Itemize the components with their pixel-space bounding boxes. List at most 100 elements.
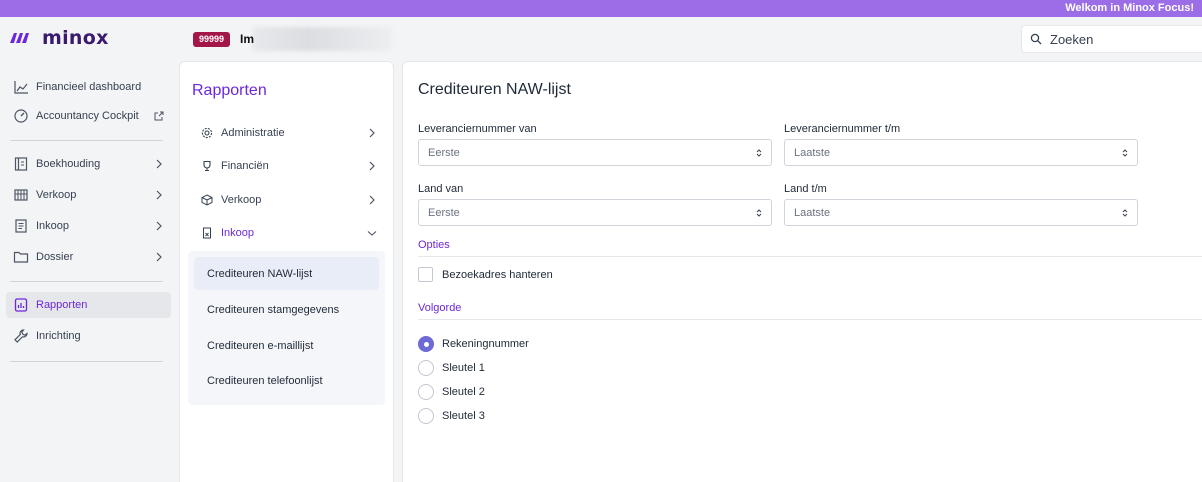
nav-label: Dossier [36, 251, 74, 263]
category-financien[interactable]: Financiën [192, 153, 382, 179]
nav-item-rapporten[interactable]: Rapporten [6, 292, 171, 318]
chevron-right-icon [366, 194, 378, 206]
nav-label: Financieel dashboard [36, 81, 142, 93]
radio-label: Rekeningnummer [442, 338, 529, 350]
section-divider [418, 256, 1202, 257]
checkbox-bezoekadres-hanteren[interactable]: Bezoekadres hanteren [418, 267, 553, 282]
section-divider [418, 319, 1202, 320]
welcome-banner: Welkom in Minox Focus! [0, 0, 1202, 17]
chevron-right-icon [366, 127, 378, 139]
category-label: Administratie [221, 127, 285, 139]
nav-label: Boekhouding [36, 158, 101, 170]
section-title-volgorde: Volgorde [418, 302, 462, 314]
radio-rekeningnummer[interactable]: Rekeningnummer [418, 336, 529, 352]
gear-icon [200, 126, 214, 140]
reports-panel: Rapporten Administratie Financiën Verkoo… [179, 61, 394, 482]
doc-icon [200, 226, 214, 240]
ledger-icon [12, 155, 30, 173]
report-crediteuren-naw-lijst[interactable]: Crediteuren NAW-lijst [194, 257, 379, 290]
select-value: Eerste [428, 146, 460, 159]
section-title-opties: Opties [418, 239, 450, 251]
nav-divider [10, 361, 163, 362]
chevron-right-icon [153, 189, 165, 201]
select-leveranciernummer-van[interactable]: Eerste [418, 139, 772, 166]
nav-label: Inkoop [36, 220, 70, 232]
search-icon [1030, 33, 1042, 45]
folder-icon [12, 248, 30, 266]
radio-button[interactable] [418, 360, 434, 376]
trophy-icon [200, 159, 214, 173]
administration-name-blurred [252, 27, 392, 51]
select-value: Laatste [794, 146, 831, 159]
report-icon [12, 296, 30, 314]
register-icon [12, 186, 30, 204]
radio-label: Sleutel 2 [442, 386, 485, 398]
radio-label: Sleutel 1 [442, 362, 485, 374]
sort-arrows-icon [756, 209, 762, 217]
gauge-icon [12, 107, 30, 125]
nav-item-inrichting[interactable]: Inrichting [6, 323, 171, 349]
sort-arrows-icon [1122, 149, 1128, 157]
report-crediteuren-stamgegevens[interactable]: Crediteuren stamgegevens [194, 293, 379, 326]
category-administratie[interactable]: Administratie [192, 120, 382, 146]
chevron-down-icon [366, 227, 378, 239]
nav-label: Inrichting [36, 330, 81, 342]
nav-item-accountancy-cockpit[interactable]: Accountancy Cockpit [6, 103, 171, 129]
select-value: Laatste [794, 206, 831, 219]
sort-arrows-icon [756, 149, 762, 157]
search-label: Zoeken [1050, 31, 1094, 47]
report-title: Crediteuren NAW-lijst [418, 81, 571, 98]
chart-icon [12, 78, 30, 96]
report-crediteuren-telefoonlijst[interactable]: Crediteuren telefoonlijst [194, 364, 379, 397]
category-label: Verkoop [221, 194, 262, 206]
report-crediteuren-e-maillijst[interactable]: Crediteuren e-maillijst [194, 329, 379, 362]
nav-label: Rapporten [36, 299, 88, 311]
nav-item-financieel-dashboard[interactable]: Financieel dashboard [6, 74, 171, 100]
select-land-van[interactable]: Eerste [418, 199, 772, 226]
administration-badge[interactable]: 99999 [193, 32, 231, 47]
search-box[interactable]: Zoeken [1021, 25, 1202, 53]
minox-logo-mark-icon [10, 33, 29, 43]
chevron-right-icon [366, 160, 378, 172]
welcome-text: Welkom in Minox Focus! [1065, 2, 1194, 14]
checkbox-label: Bezoekadres hanteren [442, 268, 553, 281]
nav-item-inkoop[interactable]: Inkoop [6, 213, 171, 239]
radio-sleutel-3[interactable]: Sleutel 3 [418, 408, 485, 424]
nav-item-verkoop[interactable]: Verkoop [6, 182, 171, 208]
category-verkoop[interactable]: Verkoop [192, 187, 382, 213]
radio-sleutel-1[interactable]: Sleutel 1 [418, 360, 485, 376]
category-label: Inkoop [221, 227, 255, 239]
select-leveranciernummer-tm[interactable]: Laatste [784, 139, 1138, 166]
nav-item-boekhouding[interactable]: Boekhouding [6, 151, 171, 177]
category-label: Financiën [221, 160, 269, 172]
chevron-right-icon [153, 220, 165, 232]
radio-button[interactable] [418, 384, 434, 400]
administration-name[interactable]: Im [240, 32, 254, 46]
checkbox-box[interactable] [418, 267, 433, 282]
select-value: Eerste [428, 206, 460, 219]
select-land-tm[interactable]: Laatste [784, 199, 1138, 226]
field-label-leveranciernummer-tm: Leveranciernummer t/m [784, 123, 901, 135]
radio-button[interactable] [418, 336, 434, 352]
brand-name: minox [42, 27, 109, 49]
panel-title: Rapporten [192, 82, 267, 99]
field-label-land-van: Land van [418, 183, 464, 195]
category-inkoop[interactable]: Inkoop [192, 220, 382, 246]
nav-item-dossier[interactable]: Dossier [6, 244, 171, 270]
nav-divider [10, 140, 163, 141]
inkoop-reports-list: Crediteuren NAW-lijst Crediteuren stamge… [188, 251, 385, 405]
radio-button[interactable] [418, 408, 434, 424]
box-icon [200, 193, 214, 207]
minox-logo[interactable]: minox [8, 27, 109, 49]
radio-sleutel-2[interactable]: Sleutel 2 [418, 384, 485, 400]
nav-divider [10, 281, 163, 282]
report-form: Crediteuren NAW-lijst Leveranciernummer … [402, 61, 1202, 482]
invoice-icon [12, 217, 30, 235]
field-label-land-tm: Land t/m [784, 183, 827, 195]
external-link-icon [153, 110, 165, 122]
nav-label: Accountancy Cockpit [36, 110, 139, 122]
chevron-right-icon [153, 251, 165, 263]
sort-arrows-icon [1122, 209, 1128, 217]
field-label-leveranciernummer-van: Leveranciernummer van [418, 123, 537, 135]
wrench-icon [12, 327, 30, 345]
